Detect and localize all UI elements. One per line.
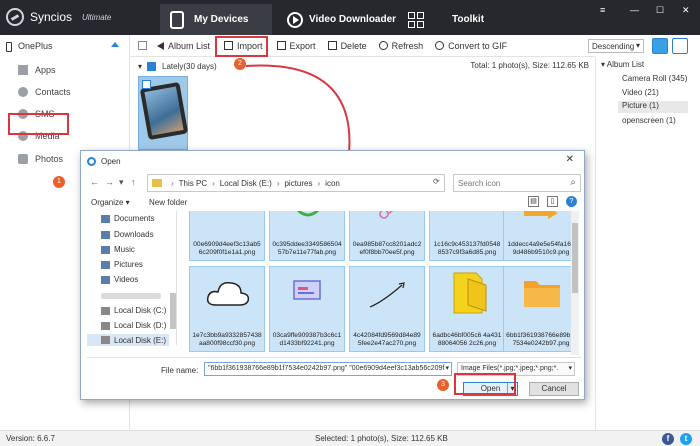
change-view-icon[interactable]: ▤ xyxy=(528,196,539,207)
videos-icon xyxy=(101,275,110,284)
folder-icon xyxy=(152,179,162,187)
step-badge-3: 3 xyxy=(437,379,449,391)
navigation-pane: Documents Downloads Music Pictures Video… xyxy=(87,211,177,346)
file-grid-scrollbar[interactable] xyxy=(571,211,579,355)
file-item[interactable]: 1e7c3bb9a9332857438aa800f98ccf30.png xyxy=(189,266,265,352)
file-name: 1c16c9c453137fd05488537c9f3a6d85.png xyxy=(433,241,501,256)
music-icon xyxy=(101,245,110,254)
organize-button[interactable]: Organize ▾ xyxy=(91,198,130,207)
tree-item-pictures[interactable]: Pictures xyxy=(101,260,143,269)
file-name: 1ddecc4a9e5e54fa16d9d486b9510c9.png xyxy=(507,241,571,256)
version-label: Version: 6.6.7 xyxy=(6,434,55,443)
file-name: 0c395ddee334958650457b7e11e77fab.png xyxy=(272,241,342,256)
tree-label: Documents xyxy=(114,214,155,223)
file-name: 03ca9ffe909387b3c6c1d1433bf92241.png xyxy=(272,332,342,347)
file-item[interactable]: 6bb1f361938766e89b1f7534e0242b97.png xyxy=(503,266,571,352)
path-separator: › xyxy=(276,178,280,188)
file-name: 4c42084fd9569d84e895fee2e47ac270.png xyxy=(353,332,421,347)
orange-folder-icon xyxy=(520,275,564,311)
twitter-icon[interactable]: t xyxy=(680,433,692,445)
tree-item-videos[interactable]: Videos xyxy=(101,275,138,284)
file-name: 1e7c3bb9a9332857438aa800f98ccf30.png xyxy=(192,332,262,347)
path-segment[interactable]: pictures xyxy=(284,179,312,188)
tree-label: Music xyxy=(114,245,135,254)
facebook-icon[interactable]: f xyxy=(662,433,674,445)
disk-icon xyxy=(101,306,110,315)
preview-pane-icon[interactable]: ▯ xyxy=(547,196,558,207)
path-segment[interactable]: icon xyxy=(325,179,340,188)
file-name: 6adbc46bf005c6 4a43188064056 2c26.png xyxy=(432,332,502,347)
address-bar[interactable]: › This PC › Local Disk (E:) › pictures ›… xyxy=(147,174,445,192)
address-row: ← → ▾ ↑ › This PC › Local Disk (E:) › pi… xyxy=(87,174,581,192)
tree-item-downloads[interactable]: Downloads xyxy=(101,230,154,239)
file-item[interactable]: 6adbc46bf005c6 4a43188064056 2c26.png xyxy=(429,266,505,352)
file-item[interactable]: 1ddecc4a9e5e54fa16d9d486b9510c9.png xyxy=(503,211,571,261)
path-segment[interactable]: Local Disk (E:) xyxy=(220,179,272,188)
tree-item-disk-d[interactable]: Local Disk (D:) xyxy=(101,321,166,330)
document-folder-icon xyxy=(446,271,490,315)
up-icon[interactable]: ↑ xyxy=(131,177,136,187)
dialog-close-icon[interactable]: ✕ xyxy=(566,154,574,165)
tree-label: Local Disk (E:) xyxy=(114,335,167,345)
forward-icon[interactable]: → xyxy=(105,177,114,187)
file-item[interactable]: 0c395ddee334958650457b7e11e77fab.png xyxy=(269,211,345,261)
pictures-icon xyxy=(101,260,110,269)
file-name: 0ea985b87cc8201adc2ef0f8bb70ee5f.png xyxy=(352,241,422,256)
path-separator: › xyxy=(317,178,321,188)
file-item[interactable]: 0ea985b87cc8201adc2ef0f8bb70ee5f.png xyxy=(349,211,425,261)
dialog-command-bar: Organize ▾ New folder ▤ ▯ ? xyxy=(87,195,581,211)
scrollbar-thumb[interactable] xyxy=(572,223,578,293)
file-grid: 00e6909d4eef3c13ab56c209f0f1e1a1.png 0c3… xyxy=(185,211,571,355)
file-name-label: File name: xyxy=(161,366,199,375)
documents-icon xyxy=(101,214,110,223)
dropdown-icon[interactable]: ▾ xyxy=(119,177,124,188)
refresh-path-icon[interactable]: ⟳ xyxy=(433,177,440,186)
tree-label: Pictures xyxy=(114,260,143,269)
tree-item-disk-e[interactable]: Local Disk (E:) xyxy=(87,334,169,346)
file-item[interactable]: 1c16c9c453137fd05488537c9f3a6d85.png xyxy=(429,211,505,261)
status-bar: Version: 6.6.7 Selected: 1 photo(s), Siz… xyxy=(0,430,700,446)
tree-label: Local Disk (D:) xyxy=(114,321,167,330)
file-item[interactable]: 03ca9ffe909387b3c6c1d1433bf92241.png xyxy=(269,266,345,352)
curve-arrow-icon xyxy=(366,275,410,311)
back-icon[interactable]: ← xyxy=(90,177,99,187)
open-highlight-box xyxy=(454,373,516,395)
file-item[interactable]: 4c42084fd9569d84e895fee2e47ac270.png xyxy=(349,266,425,352)
tree-item-disk-c[interactable]: Local Disk (C:) xyxy=(101,306,166,315)
tree-label: Local Disk (C:) xyxy=(114,306,167,315)
path-segment[interactable]: This PC xyxy=(179,179,207,188)
disk-icon xyxy=(101,336,110,344)
selection-summary: Selected: 1 photo(s), Size: 112.65 KB xyxy=(315,434,448,443)
dialog-app-icon xyxy=(87,157,96,166)
cancel-button[interactable]: Cancel xyxy=(529,382,579,396)
tree-scrollbar[interactable] xyxy=(170,293,176,329)
downloads-icon xyxy=(101,230,110,239)
search-input[interactable]: Search icon xyxy=(453,174,581,192)
green-arc-icon xyxy=(286,211,330,220)
tree-item-music[interactable]: Music xyxy=(101,245,135,254)
file-item[interactable]: 00e6909d4eef3c13ab56c209f0f1e1a1.png xyxy=(189,211,265,261)
file-name-input[interactable]: "6bb1f361938766e89b1f7534e0242b97.png" "… xyxy=(204,362,452,376)
help-icon[interactable]: ? xyxy=(566,196,577,207)
tree-label: Videos xyxy=(114,275,139,284)
path-separator: › xyxy=(171,178,174,188)
orange-arrow-icon xyxy=(520,211,564,220)
music-note-icon xyxy=(366,211,410,220)
open-file-dialog: Open ✕ ← → ▾ ↑ › This PC › Local Disk (E… xyxy=(80,150,585,400)
dialog-title: Open xyxy=(101,157,121,166)
tree-label: Downloads xyxy=(114,230,154,239)
file-name: 00e6909d4eef3c13ab56c209f0f1e1a1.png xyxy=(193,241,261,256)
path-separator: › xyxy=(212,178,215,188)
cloud-icon xyxy=(206,275,250,311)
new-folder-button[interactable]: New folder xyxy=(149,198,187,207)
dialog-title-bar: Open xyxy=(87,157,121,166)
file-name: 6bb1f361938766e89b1f7534e0242b97.png xyxy=(506,332,571,347)
disk-icon xyxy=(101,321,110,330)
tree-item-documents[interactable]: Documents xyxy=(101,214,154,223)
blurred-item xyxy=(101,293,161,299)
screen-icon xyxy=(286,275,330,311)
view-tools: ▤ ▯ ? xyxy=(528,196,577,207)
